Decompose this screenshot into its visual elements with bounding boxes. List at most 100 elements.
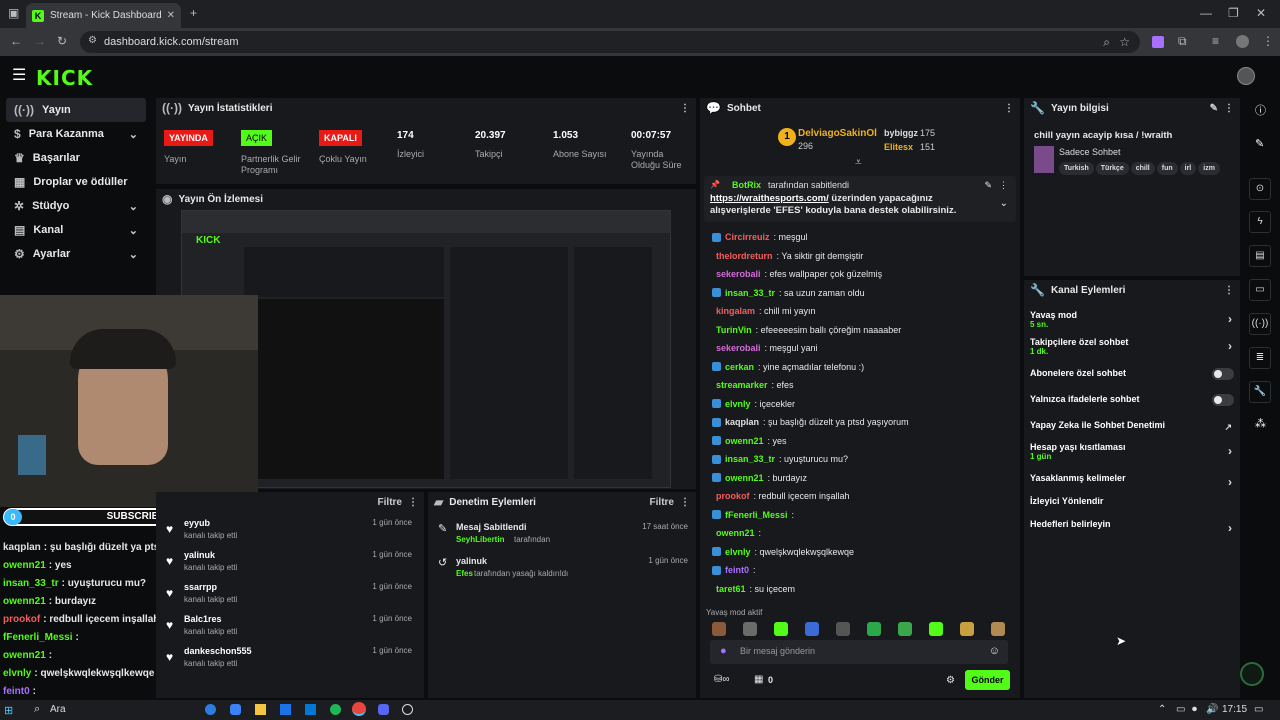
- address-bar[interactable]: ⚙ dashboard.kick.com/stream ⌕ ☆: [80, 31, 1140, 53]
- emote-icon[interactable]: [712, 622, 726, 636]
- kebab-menu-icon[interactable]: ⋮: [1224, 285, 1234, 296]
- extensions-puzzle-icon[interactable]: ⧉: [1178, 35, 1187, 47]
- channel-action-row[interactable]: İzleyici Yönlendir: [1030, 496, 1240, 520]
- rail-camera-icon[interactable]: ⊙: [1249, 178, 1271, 200]
- unpin-icon[interactable]: ✎: [984, 180, 992, 191]
- rail-wrench-icon[interactable]: 🔧: [1249, 381, 1271, 403]
- follower-name[interactable]: yalinuk: [184, 550, 215, 560]
- clock[interactable]: 17:15: [1222, 704, 1247, 715]
- chat-username[interactable]: sekerobali: [716, 269, 761, 279]
- chat-message[interactable]: owenn21: yes: [700, 432, 1016, 451]
- chat-username[interactable]: prookof: [716, 491, 750, 501]
- stream-tag[interactable]: izm: [1198, 162, 1220, 175]
- new-tab-icon[interactable]: +: [190, 7, 197, 19]
- help-bubble-icon[interactable]: [1240, 662, 1264, 686]
- channel-action-row[interactable]: Hedefleri belirleyin ›: [1030, 519, 1240, 543]
- obs-icon[interactable]: [402, 704, 413, 715]
- chat-message[interactable]: owenn21: burdayız: [700, 469, 1016, 488]
- top-gifter-name[interactable]: Elitesx: [884, 142, 913, 152]
- chat-message[interactable]: feint0:: [700, 561, 1016, 580]
- channel-action-row[interactable]: Abonelere özel sohbet: [1030, 368, 1240, 392]
- kebab-menu-icon[interactable]: ⋮: [408, 497, 418, 508]
- chat-message[interactable]: sekerobali: meşgul yani: [700, 339, 1016, 358]
- follower-name[interactable]: dankeschon555: [184, 646, 252, 656]
- back-icon[interactable]: ←: [10, 35, 22, 47]
- chat-username[interactable]: fFenerli_Messi: [725, 510, 788, 520]
- zoom-icon[interactable]: ⌕: [1103, 36, 1110, 48]
- rail-stack-icon[interactable]: ≣: [1249, 347, 1271, 369]
- channel-action-row[interactable]: Yapay Zeka ile Sohbet Denetimi ↗: [1030, 420, 1240, 444]
- stream-tag[interactable]: fun: [1156, 162, 1178, 175]
- sidebar-item-ayarlar[interactable]: ⚙ Ayarlar ⌄: [6, 242, 146, 266]
- chat-message[interactable]: prookof: redbull içecem inşallah: [700, 487, 1016, 506]
- chat-username[interactable]: elvnly: [725, 547, 751, 557]
- chrome-icon[interactable]: [352, 702, 366, 716]
- spotify-icon[interactable]: [330, 704, 341, 715]
- chat-message[interactable]: cerkan: yine açmadılar telefonu :): [700, 358, 1016, 377]
- kebab-menu-icon[interactable]: ⋮: [1224, 103, 1234, 114]
- chat-username[interactable]: owenn21: [725, 473, 764, 483]
- chat-message[interactable]: elvnly: qwelşkwqlekwşqlkewqe: [700, 543, 1016, 562]
- close-window-icon[interactable]: ✕: [1256, 7, 1266, 19]
- file-explorer-icon[interactable]: [255, 704, 266, 715]
- chat-message[interactable]: elvnly: içecekler: [700, 395, 1016, 414]
- top-gifter-name[interactable]: bybiggz: [884, 128, 918, 138]
- chat-username[interactable]: Circirreuiz: [725, 232, 770, 242]
- minimize-icon[interactable]: —: [1200, 7, 1212, 19]
- edit-icon[interactable]: ✎: [1210, 103, 1218, 114]
- chevron-down-icon[interactable]: ⌄: [1000, 198, 1008, 209]
- edge-icon[interactable]: [205, 704, 216, 715]
- chat-username[interactable]: kingalam: [716, 306, 755, 316]
- mic-icon[interactable]: ●: [720, 645, 727, 657]
- chat-message[interactable]: TurinVin: efeeeeesim ballı çöreğim naaaa…: [700, 321, 1016, 340]
- stream-tag[interactable]: irl: [1179, 162, 1197, 175]
- stream-tag[interactable]: Türkçe: [1095, 162, 1129, 175]
- browser-menu-icon[interactable]: ⋮: [1262, 35, 1274, 47]
- chat-username[interactable]: owenn21: [716, 528, 755, 538]
- rail-list-icon[interactable]: ▤: [1249, 245, 1271, 267]
- search-icon[interactable]: ⌕: [34, 703, 40, 716]
- user-avatar[interactable]: [1237, 67, 1255, 85]
- tray-chevron-icon[interactable]: ⌃: [1158, 704, 1166, 715]
- emote-icon[interactable]: [805, 622, 819, 636]
- rail-chat-icon[interactable]: ▭: [1249, 279, 1271, 301]
- chat-message[interactable]: thelordreturn: Ya siktir git demşiştir: [700, 247, 1016, 266]
- channel-action-row[interactable]: Takipçilere özel sohbet 1 dk. ›: [1030, 337, 1240, 361]
- pinned-link[interactable]: https://wraithesports.com/: [710, 193, 829, 204]
- kebab-menu-icon[interactable]: ⋮: [680, 103, 690, 114]
- chat-message[interactable]: taret61: su içecem: [700, 580, 1016, 599]
- stream-tag[interactable]: Turkish: [1059, 162, 1094, 175]
- rail-broadcast-icon[interactable]: ((·)): [1249, 313, 1271, 335]
- chat-username[interactable]: insan_33_tr: [725, 454, 775, 464]
- emote-icon[interactable]: [898, 622, 912, 636]
- channel-action-row[interactable]: Yalnızca ifadelerle sohbet: [1030, 394, 1240, 418]
- sidebar-item-kanal[interactable]: ▤ Kanal ⌄: [6, 218, 146, 242]
- site-info-icon[interactable]: ⚙: [88, 36, 97, 46]
- chat-settings-icon[interactable]: ⚙: [946, 675, 955, 686]
- top-gifter-name[interactable]: DelviagoSakinOl: [798, 128, 877, 139]
- rail-apps-icon[interactable]: ⁂: [1255, 419, 1266, 430]
- chat-username[interactable]: elvnly: [725, 399, 751, 409]
- emoji-icon[interactable]: ☺: [989, 645, 1000, 657]
- toggle-switch[interactable]: [1212, 394, 1234, 406]
- sidebar-item-para-kazanma[interactable]: $ Para Kazanma ⌄: [6, 122, 146, 146]
- store-icon[interactable]: [305, 704, 316, 715]
- chat-username[interactable]: owenn21: [725, 436, 764, 446]
- follower-name[interactable]: Balc1res: [184, 614, 222, 624]
- forward-icon[interactable]: →: [34, 35, 46, 47]
- chat-username[interactable]: thelordreturn: [716, 251, 773, 261]
- chat-message[interactable]: Circirreuiz: meşgul: [700, 228, 1016, 247]
- extension-icon[interactable]: [1152, 36, 1164, 48]
- chat-username[interactable]: taret61: [716, 584, 746, 594]
- toggle-switch[interactable]: [1212, 368, 1234, 380]
- chat-username[interactable]: sekerobali: [716, 343, 761, 353]
- channel-action-row[interactable]: Hesap yaşı kısıtlaması 1 gün ›: [1030, 442, 1240, 466]
- chat-message[interactable]: insan_33_tr: uyuşturucu mu?: [700, 450, 1016, 469]
- chat-username[interactable]: TurinVin: [716, 325, 752, 335]
- emote-icon[interactable]: [836, 622, 850, 636]
- chat-username[interactable]: insan_33_tr: [725, 288, 775, 298]
- emote-icon[interactable]: [991, 622, 1005, 636]
- discord-icon[interactable]: [378, 704, 389, 715]
- info-icon[interactable]: ⓘ: [1255, 106, 1266, 117]
- kebab-menu-icon[interactable]: ⋮: [999, 180, 1008, 191]
